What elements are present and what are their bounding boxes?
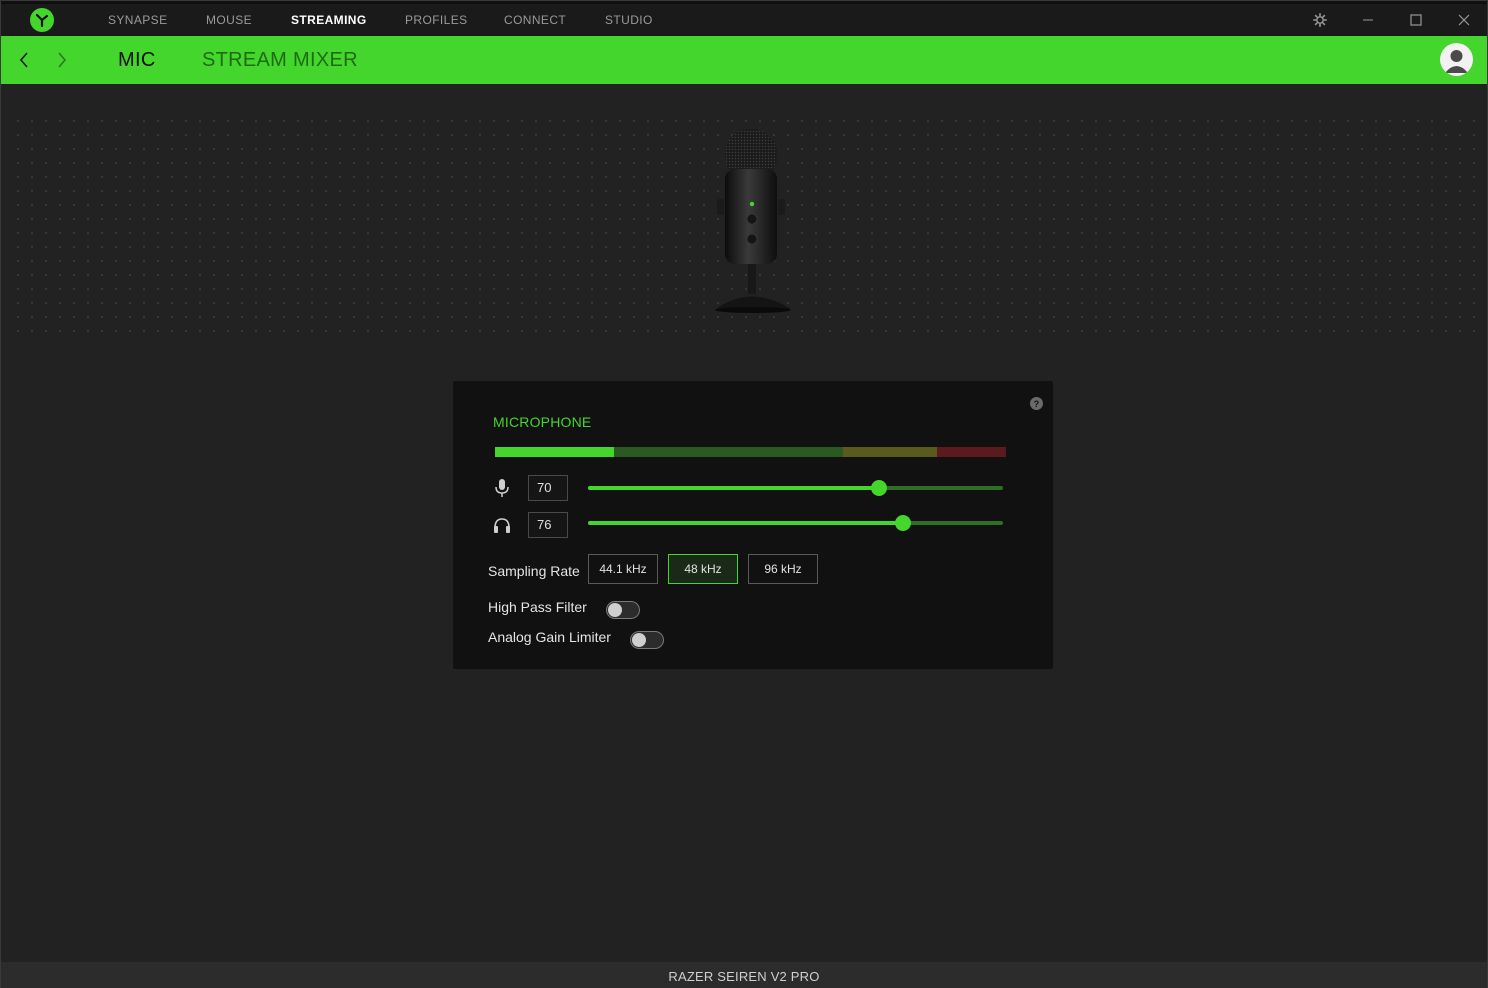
razer-logo-icon[interactable] [30, 8, 54, 32]
input-level-meter [495, 447, 1006, 457]
close-icon[interactable] [1453, 9, 1475, 31]
main-content: MICROPHONE ? 70 76 Sampling Rate 44.1 kH… [1, 84, 1487, 962]
device-footer: RAZER SEIREN V2 PRO [1, 962, 1487, 988]
forward-arrow-icon[interactable] [52, 49, 72, 71]
tab-streaming[interactable]: STREAMING [291, 13, 367, 27]
help-icon[interactable]: ? [1030, 397, 1043, 410]
sampling-rate-48-button[interactable]: 48 kHz [668, 554, 738, 584]
sampling-rate-96-button[interactable]: 96 kHz [748, 554, 818, 584]
analog-gain-limiter-label: Analog Gain Limiter [488, 629, 611, 645]
high-pass-filter-toggle[interactable] [606, 601, 640, 619]
mic-gain-slider[interactable] [588, 480, 1003, 496]
analog-gain-limiter-toggle[interactable] [630, 631, 664, 649]
user-avatar-icon[interactable] [1440, 43, 1473, 76]
back-arrow-icon[interactable] [14, 49, 34, 71]
tab-studio[interactable]: STUDIO [605, 13, 653, 27]
tab-profiles[interactable]: PROFILES [405, 13, 468, 27]
microphone-icon [491, 477, 513, 499]
tab-connect[interactable]: CONNECT [504, 13, 566, 27]
microphone-device-image [715, 129, 791, 313]
tab-synapse[interactable]: SYNAPSE [108, 13, 168, 27]
slider-fill [588, 486, 879, 490]
maximize-icon[interactable] [1405, 9, 1427, 31]
device-name[interactable]: RAZER SEIREN V2 PRO [1, 969, 1487, 984]
headphones-icon [491, 514, 513, 536]
microphone-panel: MICROPHONE ? 70 76 Sampling Rate 44.1 kH… [453, 381, 1053, 669]
minimize-icon[interactable] [1357, 9, 1379, 31]
razer-synapse-window: SYNAPSE MOUSE STREAMING PROFILES CONNECT… [0, 0, 1488, 988]
slider-thumb[interactable] [895, 515, 912, 531]
title-bar: SYNAPSE MOUSE STREAMING PROFILES CONNECT… [1, 1, 1487, 36]
monitor-volume-slider[interactable] [588, 515, 1003, 531]
tab-mouse[interactable]: MOUSE [206, 13, 252, 27]
monitor-volume-value[interactable]: 76 [528, 512, 568, 538]
slider-thumb[interactable] [870, 480, 887, 496]
settings-gear-icon[interactable] [1309, 9, 1331, 31]
slider-fill [588, 521, 904, 525]
sampling-rate-label: Sampling Rate [488, 563, 580, 579]
panel-title: MICROPHONE [493, 414, 592, 430]
sub-nav-bar: MIC STREAM MIXER [1, 36, 1487, 84]
high-pass-filter-label: High Pass Filter [488, 599, 587, 615]
subtab-mic[interactable]: MIC [118, 49, 156, 72]
mic-gain-value[interactable]: 70 [528, 475, 568, 501]
subtab-stream-mixer[interactable]: STREAM MIXER [202, 49, 358, 72]
sampling-rate-44-1-button[interactable]: 44.1 kHz [588, 554, 658, 584]
